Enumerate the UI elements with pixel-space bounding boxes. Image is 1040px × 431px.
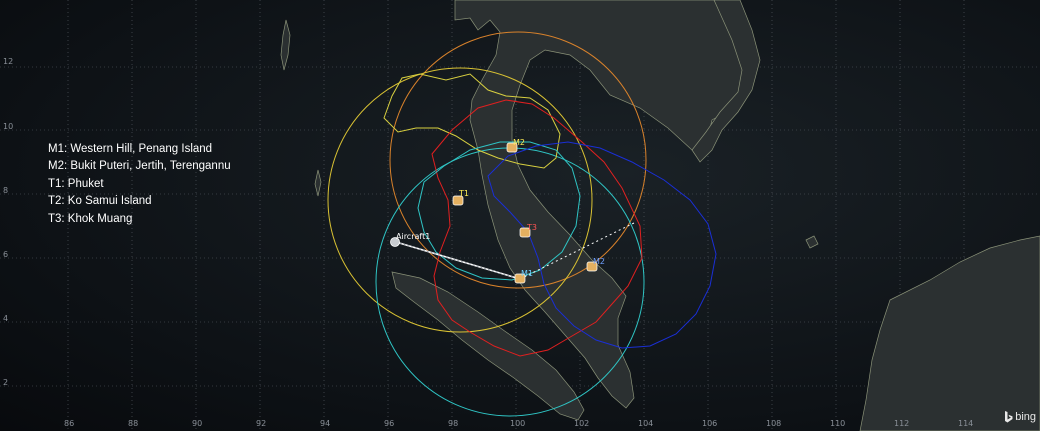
site-label-m2: M2 — [593, 257, 605, 266]
andaman-islands — [280, 19, 291, 71]
aircraft-marker[interactable]: Aircraft1 — [390, 232, 431, 247]
site-label-t1: T1 — [458, 189, 469, 198]
land-masses — [280, 0, 1040, 431]
borneo-island — [859, 235, 1040, 431]
aircraft-label: Aircraft1 — [396, 232, 430, 241]
svg-text:90: 90 — [192, 419, 202, 428]
svg-text:98: 98 — [448, 419, 458, 428]
svg-text:92: 92 — [256, 419, 266, 428]
x-axis-ticks: 86 88 90 92 94 96 98 100 102 104 106 108… — [64, 419, 973, 428]
site-label-t3: T3 — [526, 223, 537, 232]
svg-text:2: 2 — [3, 378, 8, 387]
legend-item-t2: T2: Ko Samui Island — [48, 195, 152, 208]
svg-text:114: 114 — [958, 419, 973, 428]
svg-text:108: 108 — [766, 419, 781, 428]
svg-text:6: 6 — [3, 250, 8, 259]
svg-text:86: 86 — [64, 419, 74, 428]
svg-text:106: 106 — [702, 419, 717, 428]
site-label-m1: M1 — [521, 269, 533, 278]
legend-item-t1: T1: Phuket — [48, 177, 104, 190]
svg-text:100: 100 — [510, 419, 525, 428]
svg-text:112: 112 — [894, 419, 909, 428]
y-axis-ticks: 12 10 8 6 4 2 — [3, 57, 13, 387]
site-marker-t1[interactable]: T1 — [452, 189, 469, 206]
nicobar-islands — [314, 169, 322, 197]
legend-item-t3: T3: Khok Muang — [48, 212, 133, 225]
svg-text:88: 88 — [128, 419, 138, 428]
svg-text:10: 10 — [3, 122, 13, 131]
svg-text:12: 12 — [3, 57, 13, 66]
site-label-t2: M2 — [513, 138, 525, 147]
bing-logo-icon — [1005, 411, 1013, 423]
svg-text:110: 110 — [830, 419, 845, 428]
svg-text:8: 8 — [3, 186, 8, 195]
svg-text:4: 4 — [3, 314, 8, 323]
map-view[interactable]: M2 T1 T3 M1 M2 Aircraft1 86 88 90 92 94 … — [0, 0, 1040, 431]
svg-text:102: 102 — [574, 419, 589, 428]
svg-text:94: 94 — [320, 419, 330, 428]
bing-attribution[interactable]: bing — [1004, 411, 1036, 423]
bing-label: bing — [1015, 411, 1036, 423]
site-legend: M1: Western Hill, Penang Island M2: Buki… — [48, 141, 231, 228]
svg-text:104: 104 — [638, 419, 653, 428]
natuna-islands — [805, 235, 819, 249]
legend-item-m1: M1: Western Hill, Penang Island — [48, 143, 213, 155]
svg-text:96: 96 — [384, 419, 394, 428]
legend-item-m2: M2: Bukit Puteri, Jertih, Terengannu — [48, 160, 231, 173]
